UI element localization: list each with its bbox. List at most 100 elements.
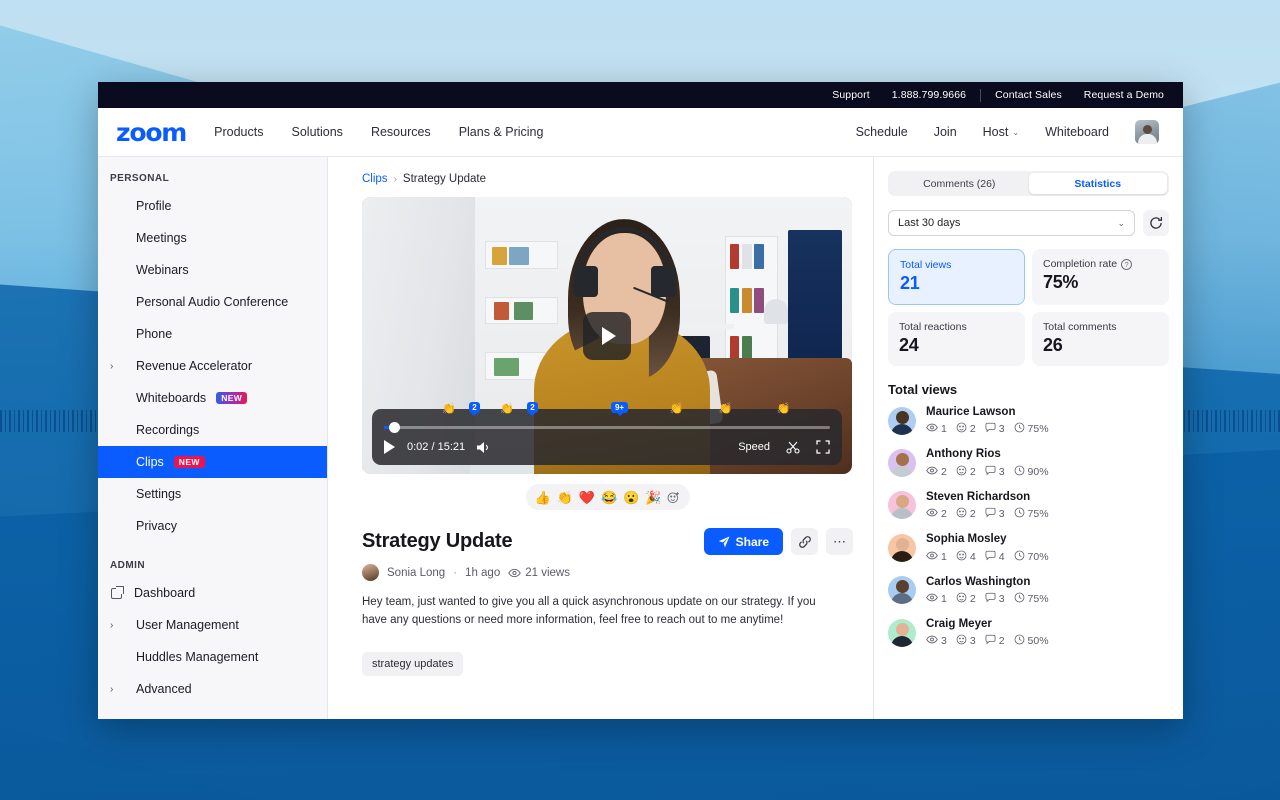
viewer-views: 1 [926,423,947,435]
avatar[interactable] [1135,120,1159,144]
timeline-reaction-count[interactable]: 2 [469,402,480,413]
chevron-right-icon[interactable]: › [110,620,122,631]
utility-link-support[interactable]: Support [821,89,880,101]
viewer-comments: 3 [985,592,1005,606]
timeline-reaction-count[interactable]: 2 [527,402,538,413]
viewer-views-value: 2 [941,466,947,478]
comment-icon [985,550,996,564]
sidebar-item-advanced[interactable]: › Advanced [98,673,327,705]
sidebar-item-label: Recordings [136,423,199,437]
stat-card-total-comments[interactable]: Total comments 26 [1032,312,1169,366]
clip-tag[interactable]: strategy updates [362,652,463,676]
stat-label: Total reactions [899,321,1014,333]
sidebar-item-clips[interactable]: Clips NEW [98,446,327,478]
viewer-name: Sophia Mosley [926,532,1169,546]
utility-link-contact-sales[interactable]: Contact Sales [984,89,1073,101]
scissors-icon[interactable] [786,440,800,454]
chevron-down-icon: ⌄ [1117,218,1125,229]
volume-icon[interactable] [477,441,492,454]
reaction-joy-icon[interactable]: 😂 [601,491,617,504]
timeline-reaction-marker[interactable]: 👏 [442,404,456,415]
stat-card-total-reactions[interactable]: Total reactions 24 [888,312,1025,366]
stat-card-completion-rate[interactable]: Completion rate ? 75% [1032,249,1169,305]
external-link-icon [111,588,122,599]
zoom-logo[interactable]: zoom [116,118,186,147]
nav-link-schedule[interactable]: Schedule [856,125,908,139]
sidebar-item-revenue-accelerator[interactable]: › Revenue Accelerator [98,350,327,382]
nav-link-join[interactable]: Join [934,125,957,139]
share-button[interactable]: Share [704,528,783,555]
sidebar-item-label: Privacy [136,519,177,533]
statistics-panel: Comments (26) Statistics Last 30 days ⌄ [873,157,1183,719]
viewer-row[interactable]: Anthony Rios22390% [888,447,1169,478]
sidebar-item-whiteboards[interactable]: Whiteboards NEW [98,382,327,414]
timeline-reaction-count[interactable]: 9+ [611,402,627,413]
sidebar-item-personal-audio-conference[interactable]: Personal Audio Conference [98,286,327,318]
viewer-comments-value: 3 [999,593,1005,605]
reaction-party-icon[interactable]: 🎉 [645,491,661,504]
timeline-reaction-marker[interactable]: 👏 [500,404,514,415]
nav-link-plans-pricing[interactable]: Plans & Pricing [459,125,544,139]
viewer-name: Steven Richardson [926,490,1169,504]
viewer-row[interactable]: Craig Meyer33250% [888,617,1169,648]
chevron-right-icon[interactable]: › [110,684,122,695]
viewer-row[interactable]: Maurice Lawson12375% [888,405,1169,436]
play-icon[interactable] [384,440,395,454]
reaction-clap-icon[interactable]: 👏 [557,491,573,504]
timeline-scrubber[interactable]: 👏 2 👏 2 9+ 👏 👏 👏 [384,420,830,434]
viewer-row[interactable]: Sophia Mosley14470% [888,532,1169,563]
more-options-button[interactable]: ⋯ [826,528,853,555]
new-badge: NEW [216,392,247,405]
nav-link-resources[interactable]: Resources [371,125,431,139]
help-icon[interactable]: ? [1121,259,1132,270]
scene-decor [742,288,752,313]
nav-secondary-links: Schedule Join Host⌄ Whiteboard [856,120,1159,144]
statistics-cards: Total views 21 Completion rate ? 75% Tot… [888,249,1169,366]
scene-decor [509,247,529,265]
scrubber-track[interactable] [384,426,830,429]
nav-link-solutions[interactable]: Solutions [292,125,343,139]
utility-link-request-demo[interactable]: Request a Demo [1073,89,1175,101]
sidebar-item-dashboard[interactable]: Dashboard [98,577,327,609]
sidebar-item-settings[interactable]: Settings [98,478,327,510]
fullscreen-icon[interactable] [816,440,830,454]
stat-card-total-views[interactable]: Total views 21 [888,249,1025,305]
reaction-thumbsup-icon[interactable]: 👍 [534,491,550,504]
copy-link-button[interactable] [791,528,818,555]
utility-link-phone[interactable]: 1.888.799.9666 [881,89,977,101]
timeline-reaction-marker[interactable]: 👏 [669,404,683,415]
zoom-utility-bar: Support 1.888.799.9666 Contact Sales Req… [98,82,1183,108]
timeline-reaction-marker[interactable]: 👏 [776,404,790,415]
tab-statistics[interactable]: Statistics [1029,173,1168,194]
reaction-heart-icon[interactable]: ❤️ [579,491,595,504]
tab-comments[interactable]: Comments (26) [890,173,1029,194]
scrubber-handle[interactable] [389,422,400,433]
stat-label: Completion rate [1043,258,1117,270]
viewer-completion: 70% [1014,550,1049,564]
sidebar-item-recordings[interactable]: Recordings [98,414,327,446]
nav-link-products[interactable]: Products [214,125,263,139]
sidebar-item-user-management[interactable]: › User Management [98,609,327,641]
date-range-select[interactable]: Last 30 days ⌄ [888,210,1135,236]
sidebar-item-phone[interactable]: Phone [98,318,327,350]
sidebar-item-huddles-management[interactable]: Huddles Management [98,641,327,673]
sidebar-item-profile[interactable]: Profile [98,190,327,222]
viewer-row[interactable]: Carlos Washington12375% [888,575,1169,606]
speed-button[interactable]: Speed [738,441,770,453]
video-player[interactable]: 👏 2 👏 2 9+ 👏 👏 👏 0:02 / 15:21 [362,197,852,474]
reaction-surprised-icon[interactable]: 😮 [623,491,639,504]
sidebar-item-meetings[interactable]: Meetings [98,222,327,254]
timeline-reaction-marker[interactable]: 👏 [719,404,733,415]
eye-icon [508,568,521,578]
chevron-right-icon[interactable]: › [110,361,122,372]
viewer-row[interactable]: Steven Richardson22375% [888,490,1169,521]
refresh-button[interactable] [1143,210,1169,236]
sidebar-item-webinars[interactable]: Webinars [98,254,327,286]
author-name: Sonia Long [387,567,445,579]
breadcrumb-link-clips[interactable]: Clips [362,173,388,185]
nav-link-whiteboard[interactable]: Whiteboard [1045,125,1109,139]
add-reaction-icon[interactable] [667,491,680,504]
sidebar-item-privacy[interactable]: Privacy [98,510,327,542]
play-button-overlay[interactable] [583,312,631,360]
nav-link-host[interactable]: Host⌄ [983,125,1019,139]
